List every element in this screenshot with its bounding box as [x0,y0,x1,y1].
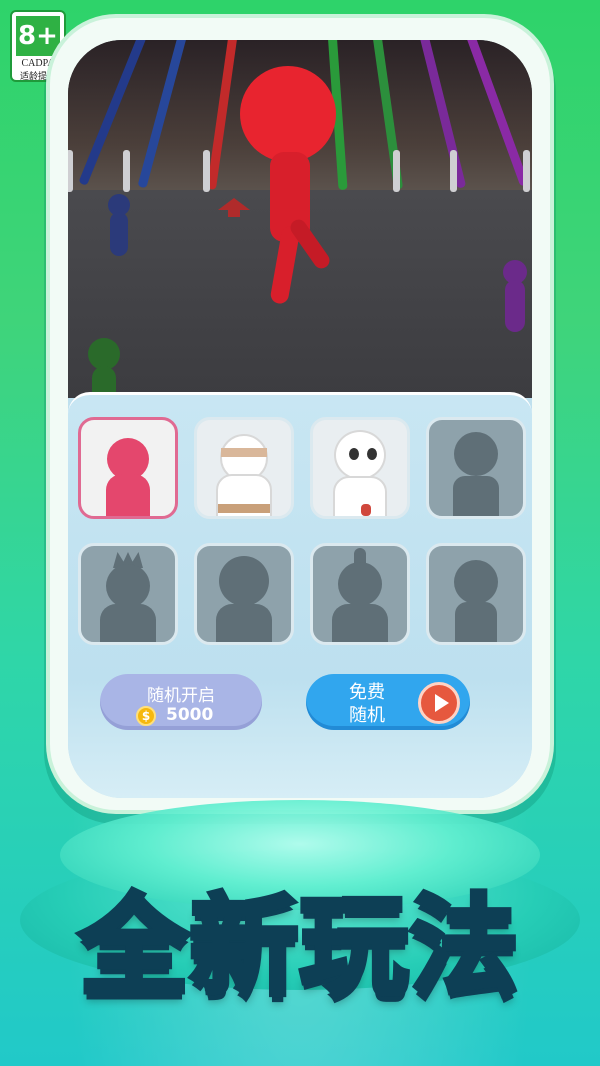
free-random-button[interactable]: 免费 随机 [306,674,470,730]
arena-post [68,150,73,192]
promo-headline: 全新玩法 [77,882,521,1013]
arena-post [203,150,210,192]
random-unlock-label: 随机开启 [147,686,215,706]
player-red-stickman [238,66,338,306]
skin-card-6[interactable] [194,543,294,645]
skin-card-5[interactable] [78,543,178,645]
free-random-label-line2: 随机 [349,705,385,726]
age-rating-number: 8+ [16,16,60,56]
game-scene [68,40,532,410]
arena-post [123,150,130,192]
skin-card-1[interactable] [78,417,178,519]
skin-card-2[interactable] [194,417,294,519]
random-unlock-price: 5000 [166,705,214,725]
play-icon [418,682,460,724]
skin-card-8[interactable] [426,543,526,645]
arena-post [450,150,457,192]
arena-post [393,150,400,192]
npc-blue-stickman [104,194,134,260]
arena-post [523,150,530,192]
skin-card-3[interactable] [310,417,410,519]
coin-icon: $ [136,706,156,726]
random-unlock-button[interactable]: 随机开启 $ 5000 [100,674,262,730]
npc-purple-stickman [498,260,530,336]
skin-card-4[interactable] [426,417,526,519]
phone-frame: 随机开启 $ 5000 免费 随机 [50,18,550,810]
skin-selection-panel [68,392,532,798]
skin-card-7[interactable] [310,543,410,645]
